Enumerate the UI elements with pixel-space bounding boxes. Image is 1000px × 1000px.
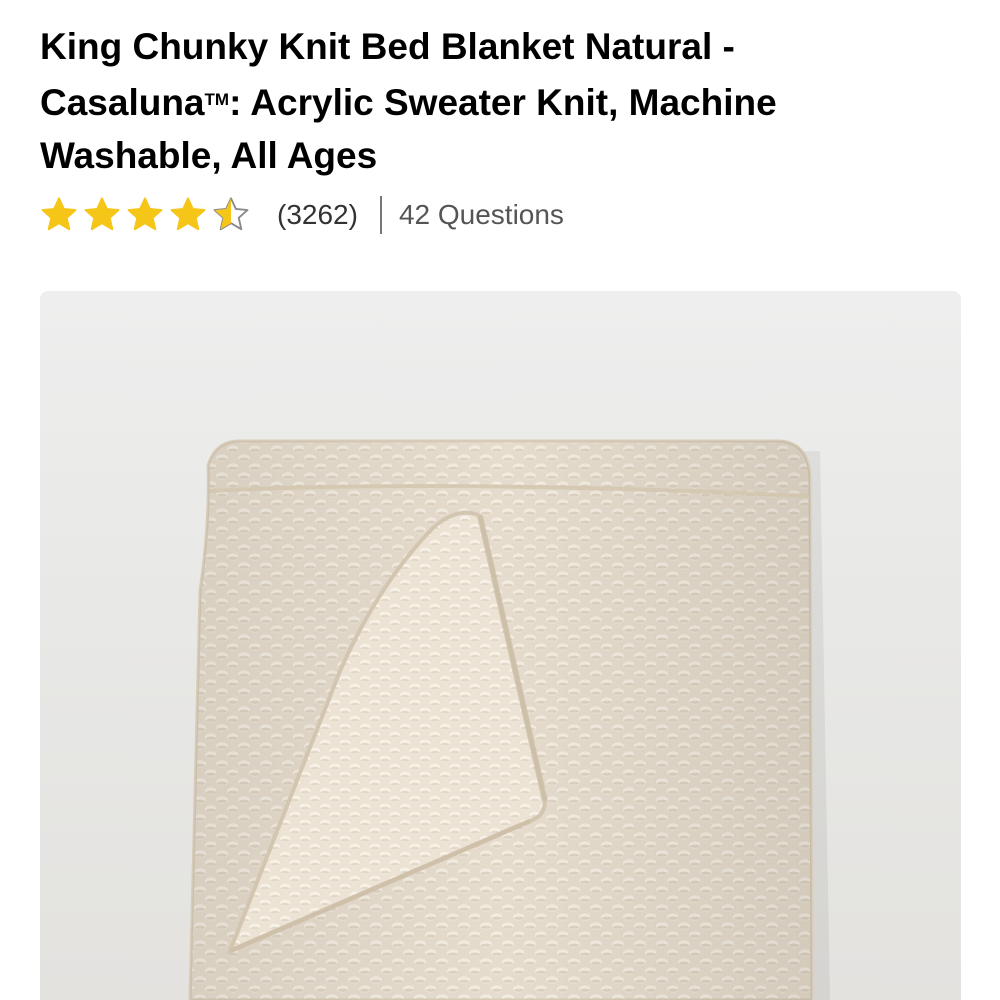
star-full-icon — [127, 197, 163, 231]
star-full-icon — [41, 197, 77, 231]
rating-count-link[interactable]: (3262) — [277, 199, 358, 231]
product-detail-page: King Chunky Knit Bed Blanket Natural - C… — [0, 0, 1000, 1000]
knit-blanket-image — [188, 439, 830, 1000]
star-full-icon — [170, 197, 206, 231]
divider — [379, 196, 382, 234]
star-half-icon — [213, 197, 249, 231]
questions-link[interactable]: 42 Questions — [399, 199, 564, 231]
trademark-symbol: TM — [204, 90, 230, 109]
star-full-icon — [84, 197, 120, 231]
star-rating[interactable] — [40, 196, 255, 234]
product-image[interactable] — [40, 291, 961, 1000]
product-title: King Chunky Knit Bed Blanket Natural - C… — [40, 20, 940, 182]
rating-row: (3262) 42 Questions — [40, 194, 564, 236]
